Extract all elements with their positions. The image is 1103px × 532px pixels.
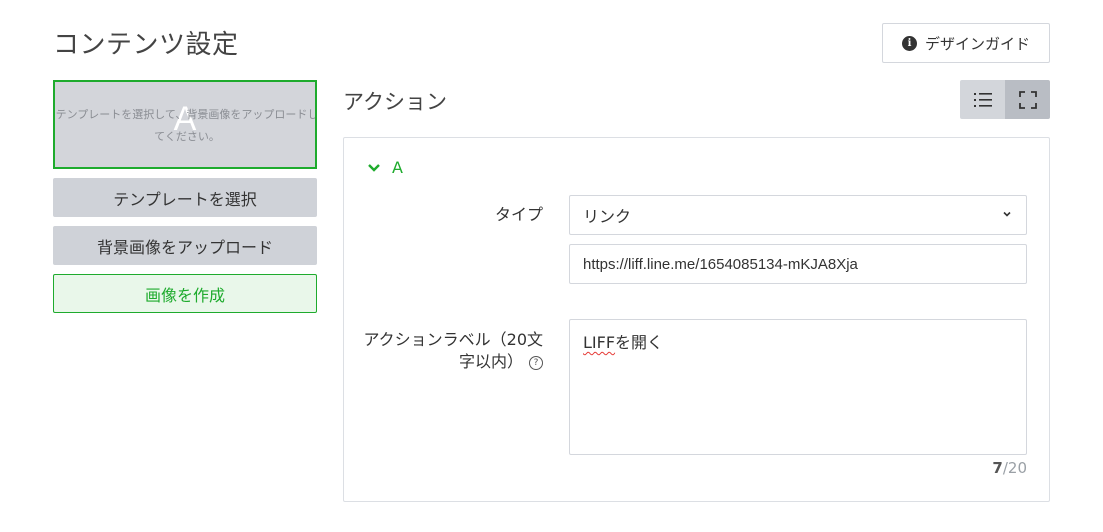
char-counter: 7/20 [992, 459, 1027, 477]
image-preview[interactable]: A テンプレートを選択して、背景画像をアップロードしてください。 [53, 80, 317, 169]
action-item-toggle[interactable]: A [368, 158, 403, 177]
list-view-button[interactable] [960, 80, 1005, 119]
char-limit: /20 [1002, 459, 1027, 477]
preview-placeholder-message: テンプレートを選択して、背景画像をアップロードしてください。 [55, 108, 317, 143]
select-template-button[interactable]: テンプレートを選択 [53, 178, 317, 217]
action-label-label: アクションラベル（20文字以内）? [363, 330, 543, 371]
view-toggle [960, 80, 1050, 119]
type-select[interactable]: リンク [569, 195, 1027, 235]
upload-background-button[interactable]: 背景画像をアップロード [53, 226, 317, 265]
action-card: A タイプ リンク https://liff.line.me/165408513… [343, 137, 1050, 502]
info-icon: i [901, 35, 917, 51]
list-icon [973, 92, 992, 107]
type-label: タイプ [494, 205, 543, 224]
type-select-value: リンク [583, 207, 632, 226]
fullscreen-view-button[interactable] [1005, 80, 1050, 119]
action-section-title: アクション [343, 90, 447, 114]
url-input[interactable]: https://liff.line.me/1654085134-mKJA8Xja [569, 244, 1027, 284]
action-label-text-suffix: を開く [615, 333, 664, 352]
fullscreen-icon [1018, 90, 1037, 109]
design-guide-label: デザインガイド [924, 34, 1030, 53]
chevron-down-icon [368, 163, 380, 172]
design-guide-button[interactable]: i デザインガイド [882, 23, 1050, 63]
page-title: コンテンツ設定 [53, 30, 239, 60]
action-item-name: A [392, 158, 403, 177]
help-icon[interactable]: ? [529, 355, 543, 370]
chevron-down-icon [1003, 211, 1011, 217]
char-count: 7 [992, 459, 1003, 477]
create-image-button[interactable]: 画像を作成 [53, 274, 317, 313]
action-label-textarea[interactable]: LIFFを開く [569, 319, 1027, 455]
action-label-text-prefix: LIFF [583, 333, 616, 352]
